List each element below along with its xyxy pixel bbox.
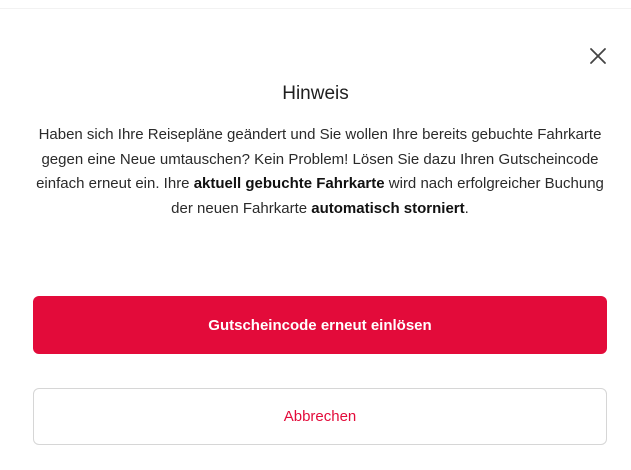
message-text-3: .: [464, 199, 469, 217]
dialog-title: Hinweis: [282, 83, 349, 104]
notice-dialog: Hinweis Haben sich Ihre Reisepläne geänd…: [0, 0, 631, 470]
close-button[interactable]: [585, 43, 611, 69]
cancel-button[interactable]: Abbrechen: [33, 388, 607, 445]
message-bold-1: aktuell gebuchte Fahrkarte: [193, 175, 385, 192]
dialog-message: Haben sich Ihre Reisepläne geändert und …: [30, 123, 610, 221]
redeem-voucher-again-button[interactable]: Gutscheincode erneut einlösen: [33, 296, 607, 354]
message-bold-2: automatisch storniert: [311, 199, 465, 217]
close-icon: [590, 48, 606, 64]
